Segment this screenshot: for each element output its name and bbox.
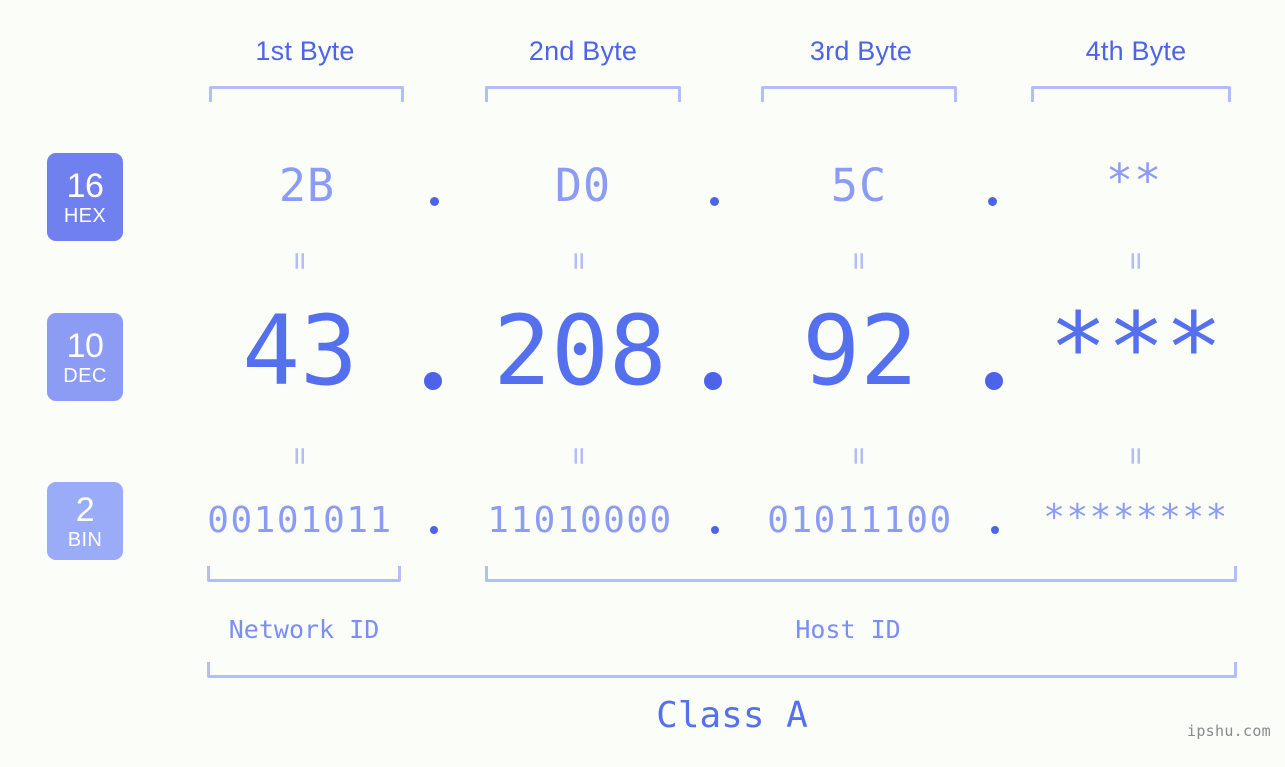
byte-bracket-3 <box>761 86 957 102</box>
byte-bracket-4 <box>1031 86 1231 102</box>
ip-breakdown-diagram: 1st Byte 2nd Byte 3rd Byte 4th Byte 16 H… <box>0 0 1285 767</box>
byte-header-label-3: 3rd Byte <box>809 36 913 66</box>
base-badge-bin-number: 2 <box>75 490 95 529</box>
bin-separator-dot-1 <box>430 526 438 534</box>
bin-byte-1: 00101011 <box>207 500 393 541</box>
base-badge-bin-system: BIN <box>67 528 103 551</box>
bin-separator-dot-3 <box>991 526 999 534</box>
network-id-label: Network ID <box>228 615 380 644</box>
base-badge-hex-system: HEX <box>63 204 107 227</box>
base-badge-bin[interactable]: 2 BIN <box>47 482 123 560</box>
hex-separator-dot-2 <box>710 197 719 206</box>
class-label: Class A <box>656 695 808 736</box>
bin-separator-dot-2 <box>711 526 719 534</box>
bin-byte-2: 11010000 <box>487 500 673 541</box>
byte-bracket-2 <box>485 86 681 102</box>
byte-header-label-4: 4th Byte <box>1085 36 1187 66</box>
dec-separator-dot-2 <box>704 372 722 390</box>
host-id-label: Host ID <box>795 615 901 644</box>
bin-byte-4: ******** <box>1043 497 1229 538</box>
base-badge-dec-system: DEC <box>63 364 107 387</box>
byte-header-label-1: 1st Byte <box>255 36 355 66</box>
byte-header-label-2: 2nd Byte <box>528 36 638 66</box>
base-badge-dec-number: 10 <box>66 326 104 365</box>
hex-separator-dot-1 <box>430 197 439 206</box>
network-id-bracket <box>207 566 401 582</box>
base-badge-hex-number: 16 <box>66 166 104 205</box>
base-badge-dec[interactable]: 10 DEC <box>47 313 123 401</box>
site-watermark: ipshu.com <box>1187 722 1271 740</box>
host-id-bracket <box>485 566 1237 582</box>
base-badge-hex[interactable]: 16 HEX <box>47 153 123 241</box>
hex-separator-dot-3 <box>988 197 997 206</box>
bin-byte-3: 01011100 <box>767 500 953 541</box>
class-bracket <box>207 662 1237 678</box>
dec-separator-dot-1 <box>424 372 442 390</box>
byte-bracket-1 <box>209 86 404 102</box>
dec-separator-dot-3 <box>985 372 1003 390</box>
